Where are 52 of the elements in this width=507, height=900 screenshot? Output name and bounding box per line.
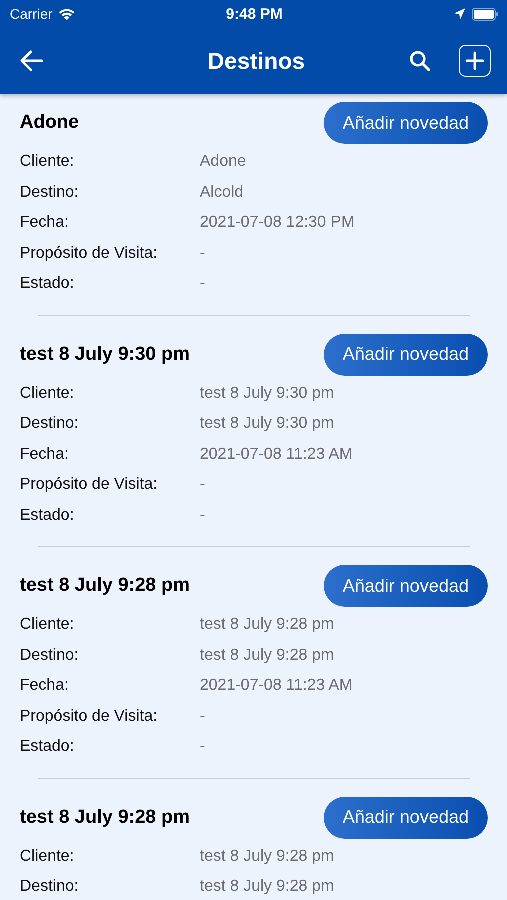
search-icon[interactable] <box>409 50 431 72</box>
field-label: Destino: <box>20 184 80 202</box>
field-value: - <box>200 476 206 494</box>
field-label: Fecha: <box>20 677 70 696</box>
field-value: - <box>200 708 206 726</box>
add-update-button[interactable]: Añadir novedad <box>324 796 488 838</box>
field-value: test 8 July 9:28 pm <box>200 878 334 896</box>
field-label: Fecha: <box>20 214 70 232</box>
add-update-button[interactable]: Añadir novedad <box>324 102 488 144</box>
field-label: Cliente: <box>20 848 76 866</box>
location-arrow-icon <box>454 8 466 20</box>
add-button[interactable] <box>459 45 491 77</box>
field-value: - <box>200 275 206 294</box>
field-value: - <box>200 506 206 525</box>
field-label: Destino: <box>20 878 80 896</box>
field-label: Fecha: <box>20 446 70 464</box>
field-value: Alcold <box>200 184 244 202</box>
field-value: - <box>200 738 206 756</box>
field-value: test 8 July 9:28 pm <box>200 616 334 634</box>
field-label: Cliente: <box>20 616 76 634</box>
destination-title: test 8 July 9:30 pm <box>20 344 190 366</box>
add-update-button[interactable]: Añadir novedad <box>324 565 488 607</box>
destination-title: Adone <box>20 112 80 134</box>
field-label: Propósito de Visita: <box>20 476 159 494</box>
wifi-icon <box>58 8 76 20</box>
field-value: 2021-07-08 11:23 AM <box>200 677 353 696</box>
field-label: Destino: <box>20 646 80 665</box>
field-value: test 8 July 9:28 pm <box>200 646 334 665</box>
field-label: Propósito de Visita: <box>20 708 159 726</box>
field-value: - <box>200 244 206 263</box>
field-label: Propósito de Visita: <box>20 244 159 263</box>
clock-time: 9:48 PM <box>226 6 283 22</box>
field-label: Destino: <box>20 415 80 434</box>
field-value: 2021-07-08 12:30 PM <box>200 214 355 232</box>
plus-icon <box>465 51 485 71</box>
screen-title: Destinos <box>206 48 306 74</box>
add-update-button[interactable]: Añadir novedad <box>324 334 488 376</box>
carrier-label: Carrier <box>10 6 53 22</box>
field-label: Estado: <box>20 275 76 294</box>
destination-title: test 8 July 9:28 pm <box>20 575 190 597</box>
field-label: Cliente: <box>20 384 76 403</box>
destination-title: test 8 July 9:28 pm <box>20 806 190 828</box>
back-arrow-icon[interactable] <box>20 50 44 72</box>
field-value: 2021-07-08 11:23 AM <box>200 446 353 464</box>
field-value: test 8 July 9:28 pm <box>200 848 334 866</box>
battery-icon <box>472 8 499 20</box>
field-value: Adone <box>200 153 246 172</box>
field-label: Cliente: <box>20 153 76 172</box>
field-label: Estado: <box>20 506 76 525</box>
field-value: test 8 July 9:30 pm <box>200 384 334 403</box>
field-value: test 8 July 9:30 pm <box>200 415 334 434</box>
field-label: Estado: <box>20 738 76 756</box>
